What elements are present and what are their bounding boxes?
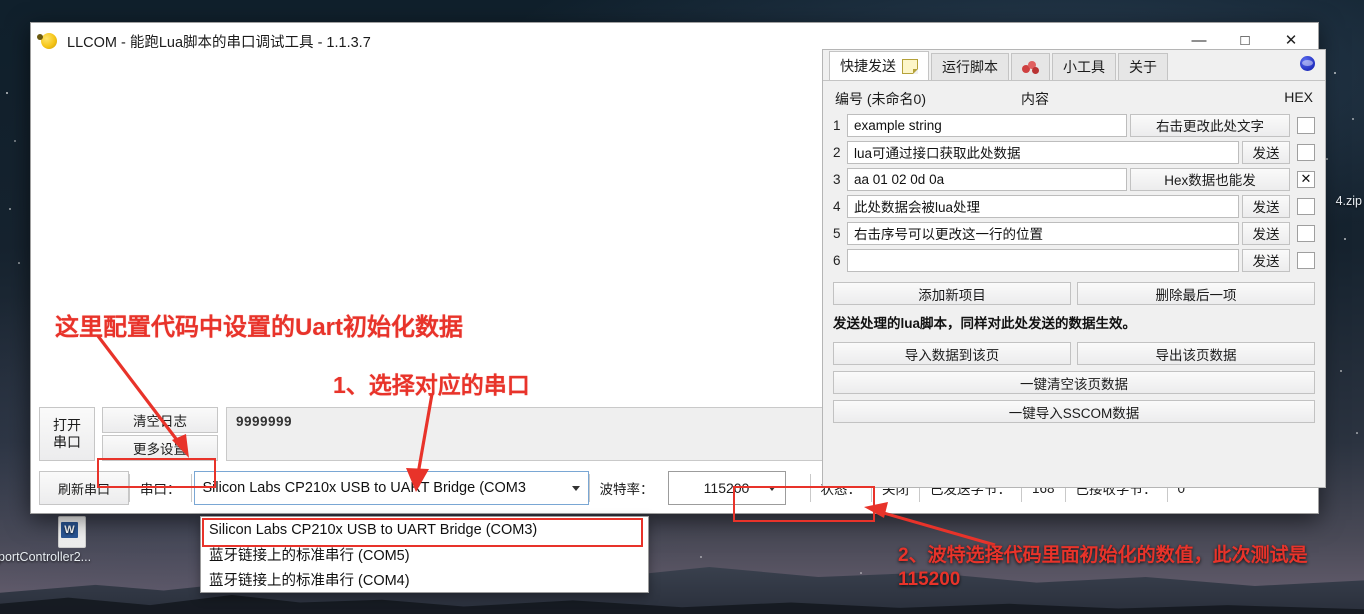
row-send-button[interactable]: 发送 bbox=[1242, 221, 1290, 245]
note-icon bbox=[902, 58, 918, 74]
tab-run-script[interactable]: 运行脚本 bbox=[931, 53, 1009, 80]
row-content-input[interactable]: lua可通过接口获取此处数据 bbox=[847, 140, 1239, 164]
globe-icon[interactable] bbox=[1300, 56, 1315, 71]
item-action-row: 添加新项目 删除最后一项 bbox=[833, 282, 1315, 305]
lua-hint-text: 发送处理的lua脚本，同样对此处发送的数据生效。 bbox=[833, 316, 1137, 331]
row-send-button[interactable]: Hex数据也能发 bbox=[1130, 167, 1290, 191]
desktop-icon-word-document[interactable]: portController2... bbox=[0, 516, 134, 564]
add-item-button[interactable]: 添加新项目 bbox=[833, 282, 1071, 305]
open-port-label-line2: 串口 bbox=[53, 434, 81, 450]
row-send-button[interactable]: 发送 bbox=[1242, 194, 1290, 218]
refresh-port-button[interactable]: 刷新串口 bbox=[39, 471, 129, 505]
tab-quick-send[interactable]: 快捷发送 bbox=[829, 51, 929, 80]
panel-tabstrip: 快捷发送 运行脚本 小工具 关于 bbox=[823, 50, 1325, 81]
row-index[interactable]: 1 bbox=[833, 118, 847, 133]
row-content-input[interactable]: 右击序号可以更改这一行的位置 bbox=[847, 221, 1239, 245]
table-row: 1 example string 右击更改此处文字 bbox=[833, 113, 1315, 137]
row-index[interactable]: 5 bbox=[833, 226, 847, 241]
table-row: 5 右击序号可以更改这一行的位置 发送 bbox=[833, 221, 1315, 245]
divider bbox=[190, 474, 192, 502]
tab-tools[interactable]: 小工具 bbox=[1052, 53, 1116, 80]
row-hex-checkbox[interactable] bbox=[1297, 224, 1315, 242]
column-header-index: 编号 (未命名0) bbox=[835, 91, 926, 107]
column-header-content: 内容 bbox=[1021, 91, 1049, 107]
row-send-button[interactable]: 发送 bbox=[1242, 248, 1290, 272]
clear-page-data-button[interactable]: 一键清空该页数据 bbox=[833, 371, 1315, 394]
port-label: 串口： bbox=[140, 482, 181, 497]
desktop-icon-word-label: portController2... bbox=[0, 550, 92, 564]
tab-run-script-label: 运行脚本 bbox=[942, 59, 998, 75]
word-document-icon bbox=[58, 516, 86, 548]
tab-about[interactable]: 关于 bbox=[1118, 53, 1168, 80]
clear-log-button[interactable]: 清空日志 bbox=[102, 407, 218, 433]
secondary-buttons: 清空日志 更多设置 bbox=[102, 407, 218, 461]
app-logo-icon bbox=[37, 33, 57, 49]
row-index[interactable]: 4 bbox=[833, 199, 847, 214]
panel-body: 编号 (未命名0) 内容 HEX 1 example string 右击更改此处… bbox=[823, 81, 1325, 423]
import-page-data-button[interactable]: 导入数据到该页 bbox=[833, 342, 1071, 365]
table-row: 2 lua可通过接口获取此处数据 发送 bbox=[833, 140, 1315, 164]
port-dropdown-list[interactable]: Silicon Labs CP210x USB to UART Bridge (… bbox=[200, 516, 649, 593]
clear-page-row: 一键清空该页数据 bbox=[833, 371, 1315, 394]
open-port-label-line1: 打开 bbox=[53, 416, 81, 433]
more-settings-button[interactable]: 更多设置 bbox=[102, 435, 218, 461]
row-index[interactable]: 3 bbox=[833, 172, 847, 187]
lua-logo-icon bbox=[1022, 60, 1039, 74]
baud-select[interactable]: 115200 bbox=[667, 471, 786, 505]
export-page-data-button[interactable]: 导出该页数据 bbox=[1077, 342, 1315, 365]
tab-about-label: 关于 bbox=[1129, 59, 1157, 75]
port-dropdown-item-2[interactable]: 蓝牙链接上的标准串行 (COM4) bbox=[201, 567, 648, 592]
baud-select-value: 115200 bbox=[703, 480, 750, 496]
quick-send-panel: 快捷发送 运行脚本 小工具 关于 编号 (未命名0) 内容 HEX 1 exam… bbox=[822, 49, 1326, 488]
desktop-icon-zip-label[interactable]: 4.zip bbox=[1336, 194, 1362, 208]
tab-lua-logo[interactable] bbox=[1011, 53, 1050, 80]
row-hex-checkbox[interactable] bbox=[1297, 197, 1315, 215]
window-title: LLCOM - 能跑Lua脚本的串口调试工具 - 1.1.3.7 bbox=[67, 34, 371, 51]
row-send-button[interactable]: 发送 bbox=[1242, 140, 1290, 164]
row-content-input[interactable] bbox=[847, 248, 1239, 272]
table-row: 4 此处数据会被lua处理 发送 bbox=[833, 194, 1315, 218]
delete-last-item-button[interactable]: 删除最后一项 bbox=[1077, 282, 1315, 305]
row-content-input[interactable]: example string bbox=[847, 113, 1127, 137]
table-row: 6 发送 bbox=[833, 248, 1315, 272]
table-row: 3 aa 01 02 0d 0a Hex数据也能发 ✕ bbox=[833, 167, 1315, 191]
port-select-value: Silicon Labs CP210x USB to UART Bridge (… bbox=[202, 480, 526, 496]
row-content-input[interactable]: 此处数据会被lua处理 bbox=[847, 194, 1239, 218]
import-sscom-button[interactable]: 一键导入SSCOM数据 bbox=[833, 400, 1315, 423]
column-header-hex: HEX bbox=[1284, 89, 1313, 105]
row-index[interactable]: 2 bbox=[833, 145, 847, 160]
row-hex-checkbox[interactable] bbox=[1297, 116, 1315, 134]
row-hex-checkbox[interactable] bbox=[1297, 143, 1315, 161]
port-dropdown-item-1[interactable]: 蓝牙链接上的标准串行 (COM5) bbox=[201, 542, 648, 567]
port-select[interactable]: Silicon Labs CP210x USB to UART Bridge (… bbox=[193, 471, 589, 505]
baud-label: 波特率： bbox=[599, 482, 654, 497]
row-send-button[interactable]: 右击更改此处文字 bbox=[1130, 113, 1290, 137]
tab-tools-label: 小工具 bbox=[1063, 59, 1105, 75]
row-hex-checkbox[interactable]: ✕ bbox=[1297, 170, 1315, 188]
tab-quick-send-label: 快捷发送 bbox=[840, 58, 896, 74]
port-dropdown-item-0[interactable]: Silicon Labs CP210x USB to UART Bridge (… bbox=[201, 517, 648, 542]
chevron-down-icon bbox=[571, 486, 580, 491]
import-export-row: 导入数据到该页 导出该页数据 bbox=[833, 342, 1315, 365]
row-index[interactable]: 6 bbox=[833, 253, 847, 268]
import-sscom-row: 一键导入SSCOM数据 bbox=[833, 400, 1315, 423]
open-port-button[interactable]: 打开 串口 bbox=[39, 407, 95, 461]
row-content-input[interactable]: aa 01 02 0d 0a bbox=[847, 167, 1127, 191]
chevron-down-icon bbox=[767, 486, 776, 491]
row-hex-checkbox[interactable] bbox=[1297, 251, 1315, 269]
column-headers: 编号 (未命名0) 内容 HEX bbox=[833, 89, 1315, 113]
